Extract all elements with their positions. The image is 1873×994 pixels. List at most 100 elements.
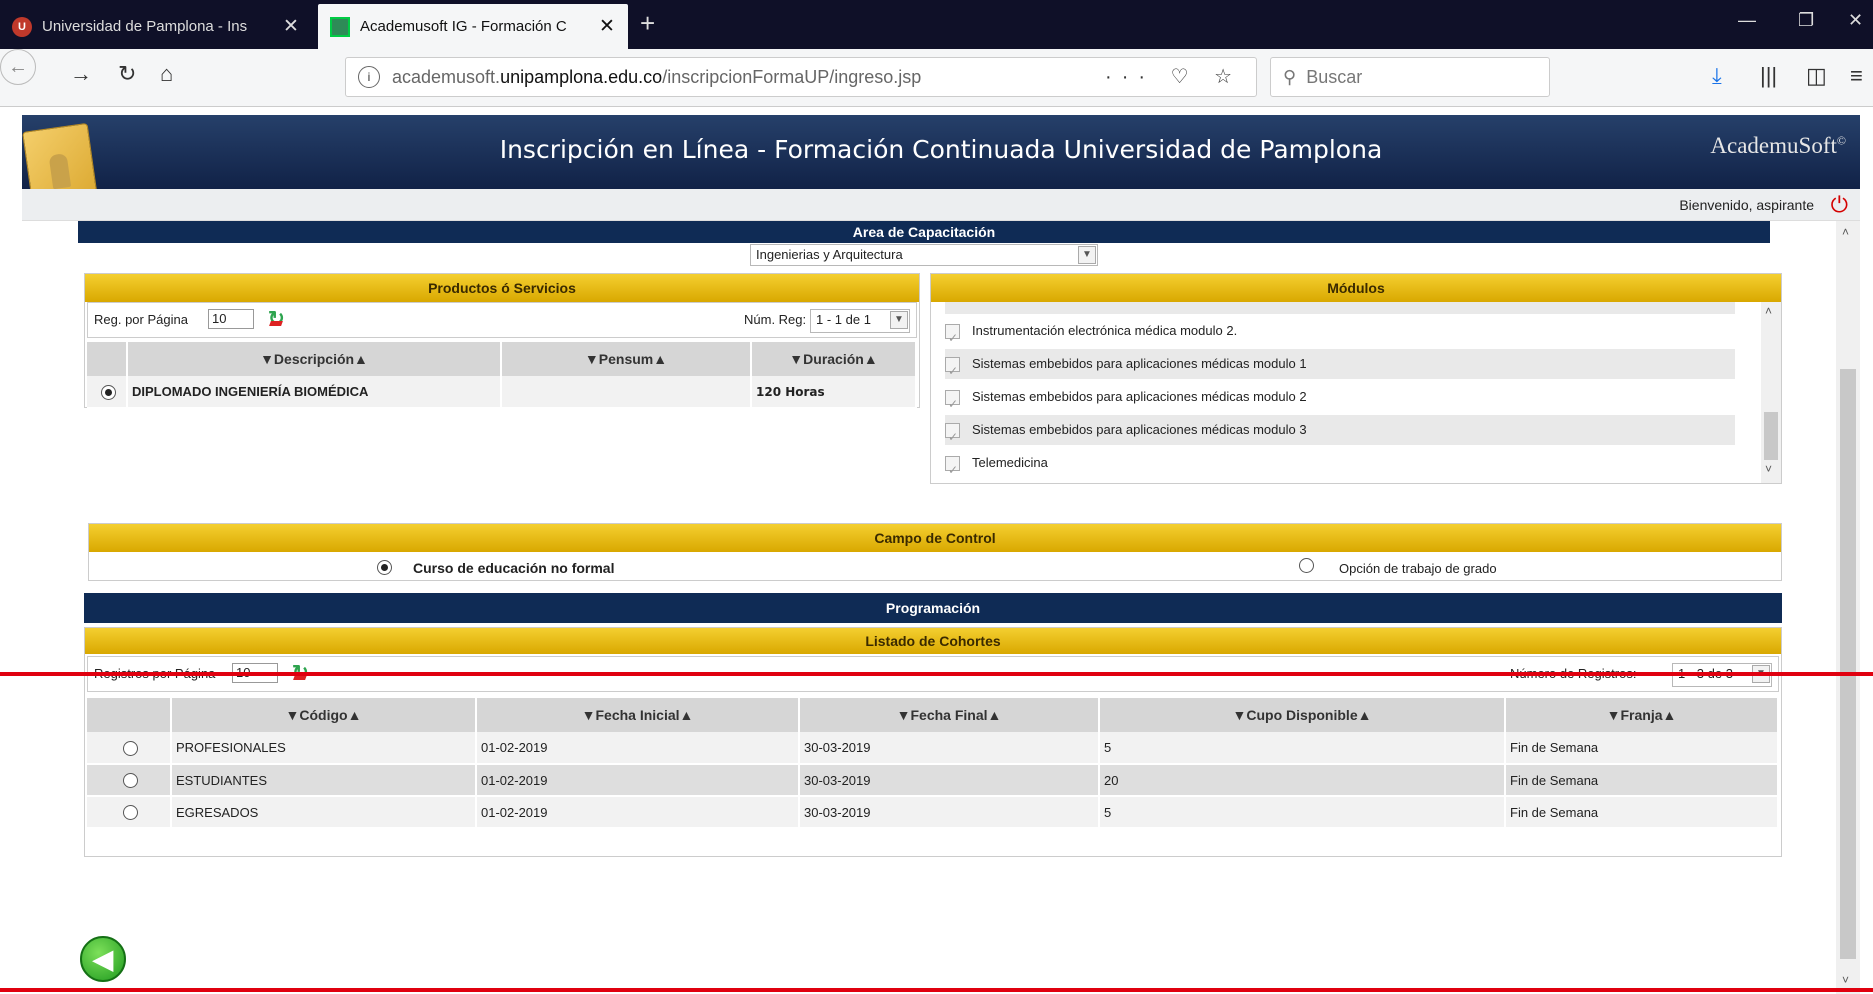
column-header-pensum[interactable]: ▼Pensum▲ (501, 342, 752, 376)
column-header-cupo[interactable]: ▼Cupo Disponible▲ (1099, 698, 1506, 732)
chevron-down-icon[interactable]: ˅ (1842, 973, 1849, 987)
module-label: Sistemas embebidos para aplicaciones méd… (972, 356, 1307, 371)
option-trabajo-grado[interactable]: Opción de trabajo de grado (1339, 561, 1497, 576)
info-icon[interactable]: i (358, 66, 380, 88)
num-reg-value: 1 - 1 de 1 (816, 312, 871, 327)
column-header-duracion[interactable]: ▼Duración▲ (751, 342, 917, 376)
list-item[interactable]: Instrumentación electrónica médica modul… (945, 316, 1735, 353)
column-header-descripcion[interactable]: ▼Descripción▲ (127, 342, 502, 376)
row-select-cell[interactable] (87, 796, 172, 829)
power-icon[interactable]: ⏻ (1831, 192, 1848, 218)
chevron-up-icon[interactable]: ˄ (1765, 304, 1772, 318)
cupo-cell: 20 (1099, 764, 1506, 797)
column-header-fecha-inicial[interactable]: ▼Fecha Inicial▲ (476, 698, 800, 732)
image-icon (330, 16, 350, 37)
radio-button[interactable] (377, 560, 392, 575)
browser-tab-academusoft[interactable]: Academusoft IG - Formación C ✕ (318, 4, 628, 49)
brand-name: AcademuSoft (1710, 133, 1837, 158)
scroll-thumb[interactable] (1840, 369, 1856, 959)
new-tab-button[interactable]: + (640, 8, 655, 39)
page-title: Inscripción en Línea - Formación Continu… (499, 135, 1383, 164)
reg-por-pagina-label: Reg. por Página (94, 312, 188, 327)
modulos-list: Instrumentación electrónica médica modul… (931, 302, 1761, 483)
option-no-formal[interactable]: Curso de educación no formal (413, 560, 614, 576)
library-icon[interactable]: ||| (1760, 63, 1777, 89)
list-item (945, 302, 1735, 314)
module-label: Sistemas embebidos para aplicaciones méd… (972, 422, 1307, 437)
programacion-header: Programación (84, 593, 1782, 623)
chevron-down-icon[interactable]: ▼ (890, 311, 908, 329)
fecha-inicial-cell: 01-02-2019 (476, 796, 800, 829)
url-domain: unipamplona.edu.co (500, 66, 663, 87)
column-header-fecha-final[interactable]: ▼Fecha Final▲ (799, 698, 1100, 732)
restore-icon[interactable]: ❐ (1798, 10, 1814, 31)
productos-header: Productos ó Servicios (85, 274, 919, 302)
close-window-icon[interactable]: ✕ (1848, 10, 1863, 31)
modulos-scrollbar[interactable]: ˄ ˅ (1761, 302, 1781, 483)
menu-icon[interactable]: ≡ (1850, 63, 1863, 89)
refresh-icon[interactable] (268, 306, 288, 331)
table-row[interactable]: PROFESIONALES 01-02-2019 30-03-2019 5 Fi… (87, 732, 1779, 765)
search-icon: ⚲ (1283, 66, 1297, 87)
brand-logo: AcademuSoft© (1710, 133, 1846, 159)
radio-button[interactable] (123, 740, 138, 756)
browser-tab-universidad[interactable]: U Universidad de Pamplona - Ins ✕ (0, 4, 312, 49)
row-select-cell[interactable] (87, 764, 172, 797)
module-label: Sistemas embebidos para aplicaciones méd… (972, 389, 1307, 404)
web-page: Inscripción en Línea - Formación Continu… (0, 107, 1873, 994)
browser-tab-bar: U Universidad de Pamplona - Ins ✕ Academ… (0, 0, 1873, 49)
search-input[interactable]: ⚲ Buscar (1270, 57, 1550, 97)
list-item[interactable]: Telemedicina (945, 448, 1735, 483)
area-select[interactable]: Ingenierias y Arquitectura ▼ (750, 244, 1098, 266)
fecha-final-cell: 30-03-2019 (799, 796, 1100, 829)
row-select-cell[interactable] (87, 376, 128, 409)
chevron-down-icon[interactable]: ▼ (1078, 246, 1096, 264)
back-arrow-icon[interactable]: ← (0, 49, 36, 85)
home-icon[interactable]: ⌂ (160, 61, 173, 87)
module-label: Instrumentación electrónica médica modul… (972, 323, 1238, 338)
checkbox[interactable] (945, 356, 960, 386)
num-reg-select[interactable]: 1 - 1 de 1 ▼ (810, 309, 910, 333)
close-tab-icon[interactable]: ✕ (282, 15, 300, 38)
list-item[interactable]: Sistemas embebidos para aplicaciones méd… (945, 415, 1735, 452)
download-icon[interactable]: ⤓ (1712, 63, 1722, 89)
cohortes-header: Listado de Cohortes (85, 628, 1781, 654)
back-button[interactable]: ◀ (80, 936, 126, 982)
tab-title: Universidad de Pamplona - Ins (42, 18, 248, 35)
checkbox[interactable] (945, 422, 960, 452)
chevron-up-icon[interactable]: ˄ (1842, 225, 1849, 239)
page-actions-icons[interactable]: ··· ♡ ☆ (1105, 64, 1242, 89)
checkbox[interactable] (945, 455, 960, 483)
row-select-cell[interactable] (87, 732, 172, 765)
table-row[interactable]: EGRESADOS 01-02-2019 30-03-2019 5 Fin de… (87, 796, 1779, 829)
list-item[interactable]: Sistemas embebidos para aplicaciones méd… (945, 382, 1735, 419)
scroll-thumb[interactable] (1764, 412, 1778, 460)
cupo-cell: 5 (1099, 732, 1506, 765)
radio-button[interactable] (123, 805, 138, 821)
reg-por-pagina-input[interactable]: 10 (208, 309, 254, 329)
forward-arrow-icon[interactable]: → (70, 61, 92, 87)
radio-button[interactable] (101, 384, 116, 400)
checkbox[interactable] (945, 323, 960, 353)
codigo-cell: ESTUDIANTES (171, 764, 477, 797)
table-row[interactable]: ESTUDIANTES 01-02-2019 30-03-2019 20 Fin… (87, 764, 1779, 797)
sidebar-icon[interactable]: ◫ (1806, 63, 1827, 89)
column-header-franja[interactable]: ▼Franja▲ (1505, 698, 1779, 732)
minimize-icon[interactable]: — (1738, 10, 1756, 31)
column-header-codigo[interactable]: ▼Código▲ (171, 698, 477, 732)
radio-button[interactable] (123, 773, 138, 789)
column-header (87, 698, 172, 732)
url-bar[interactable]: i academusoft. unipamplona.edu.co/inscrip… (345, 57, 1257, 97)
list-item[interactable]: Sistemas embebidos para aplicaciones méd… (945, 349, 1735, 386)
subheader: Bienvenido, aspirante ⏻ (22, 189, 1860, 221)
chevron-down-icon[interactable]: ˅ (1765, 462, 1772, 476)
close-tab-icon[interactable]: ✕ (598, 15, 616, 38)
area-header: Area de Capacitación (78, 221, 1770, 243)
radio-button[interactable] (1299, 558, 1314, 573)
page-scrollbar[interactable]: ˄ ˅ (1836, 221, 1860, 994)
cohortes-panel: Listado de Cohortes Registros por Página… (84, 627, 1782, 857)
productos-toolbar: Reg. por Página 10 Núm. Reg: 1 - 1 de 1 … (87, 302, 917, 338)
table-row[interactable]: DIPLOMADO INGENIERÍA BIOMÉDICA 120 Horas (87, 376, 917, 409)
checkbox[interactable] (945, 389, 960, 419)
reload-icon[interactable]: ↻ (118, 61, 136, 87)
